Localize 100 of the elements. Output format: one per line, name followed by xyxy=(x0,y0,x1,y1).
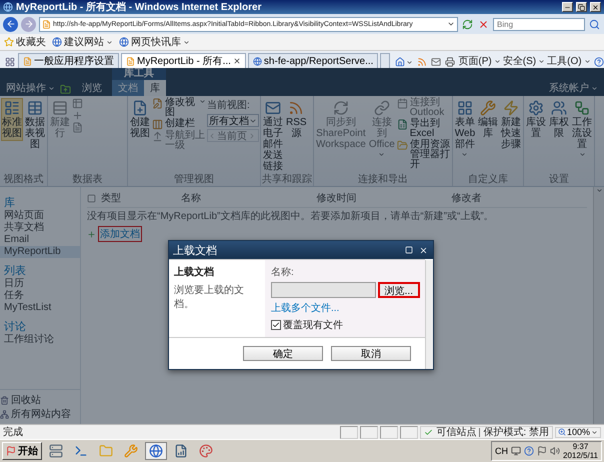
nav-item[interactable]: 日历 xyxy=(0,278,80,290)
nav-item[interactable]: 所有网站内容 xyxy=(0,407,80,421)
nav-item[interactable]: 共享文档 xyxy=(0,222,80,234)
nav-heading[interactable]: 讨论 xyxy=(0,319,80,334)
refresh-icon xyxy=(462,18,473,30)
ribbon-tab[interactable]: 文档 xyxy=(112,80,144,96)
start-button[interactable]: 开始 xyxy=(2,442,42,460)
nav-item[interactable]: 网站页面 xyxy=(0,210,80,222)
ribbon-button[interactable]: 标准视图 xyxy=(1,98,23,141)
feeds-button[interactable] xyxy=(416,56,428,68)
view-label: 当前视图: xyxy=(207,98,251,112)
favorites-link[interactable]: 建议网站 xyxy=(52,35,113,49)
nav-item[interactable]: MyTestList xyxy=(0,302,80,314)
flag-icon xyxy=(537,446,547,456)
trash-icon xyxy=(0,396,9,404)
ribbon-button[interactable]: 创建栏 xyxy=(152,119,206,130)
people-icon xyxy=(551,100,568,116)
printer-icon xyxy=(445,57,456,67)
favorites-button[interactable]: 收藏夹 xyxy=(4,35,46,49)
search-button[interactable] xyxy=(588,18,601,30)
clock-time: 9:37 xyxy=(572,442,588,451)
ribbon-button[interactable]: 编辑库 xyxy=(477,98,500,141)
language-indicator[interactable]: CH xyxy=(495,446,508,456)
close-button[interactable] xyxy=(590,2,601,12)
ribbon-button[interactable]: 工作流设置 xyxy=(571,98,594,160)
nav-item[interactable]: 工作组讨论 xyxy=(0,334,80,346)
maximize-button[interactable] xyxy=(404,245,414,255)
ribbon-button[interactable]: 创建视图 xyxy=(129,98,151,141)
column-header[interactable]: 修改时间 xyxy=(316,191,452,205)
minimize-button[interactable] xyxy=(562,2,573,12)
ribbon-button[interactable]: 修改视图 xyxy=(152,98,206,118)
scrollbar[interactable] xyxy=(425,260,433,369)
favorites-link[interactable]: 网页快讯库 xyxy=(119,35,190,49)
column-header[interactable]: 类型 xyxy=(101,191,181,205)
table-icon xyxy=(72,98,83,109)
scrollbar[interactable] xyxy=(593,187,604,424)
column-header[interactable]: 修改者 xyxy=(452,191,587,205)
ribbon-button[interactable]: 新建快速步骤 xyxy=(500,98,522,152)
ribbon-button[interactable]: 数据表视图 xyxy=(24,98,46,152)
upload-multiple-link[interactable]: 上载多个文件... xyxy=(271,301,419,315)
terminal-icon xyxy=(74,444,88,458)
print-button[interactable] xyxy=(444,56,456,68)
view-dropdown[interactable]: 所有文档 xyxy=(207,114,259,127)
command-menu[interactable]: 安全(S) xyxy=(502,54,546,68)
wrench-icon xyxy=(480,100,496,116)
search-field[interactable]: Bing xyxy=(493,18,585,30)
nav-item[interactable]: 回收站 xyxy=(0,393,80,407)
ribbon-tab[interactable]: 浏览 xyxy=(76,80,108,96)
caret-icon xyxy=(494,58,501,64)
mail-button[interactable] xyxy=(430,56,442,68)
add-document-link[interactable]: 添加文档 xyxy=(98,226,142,242)
ribbon-button[interactable]: 库权限 xyxy=(548,98,570,141)
navigate-up-button[interactable] xyxy=(59,83,72,96)
envelope-icon xyxy=(431,57,442,67)
ribbon-button[interactable]: 通过电子邮件发送链接 xyxy=(262,98,284,174)
help-icon xyxy=(594,57,604,67)
up-arrow-icon xyxy=(152,131,163,142)
status-panel xyxy=(340,426,358,438)
nav-heading[interactable]: 列表 xyxy=(0,263,80,278)
overwrite-checkbox[interactable] xyxy=(271,320,281,330)
browser-tab[interactable]: sh-fe-app/ReportServe... xyxy=(248,53,378,68)
rss-icon xyxy=(288,100,304,116)
ribbon-button[interactable]: 库设置 xyxy=(525,98,548,141)
taskbar-button[interactable] xyxy=(145,442,167,460)
help-icon xyxy=(524,446,534,456)
table-icon xyxy=(27,100,43,116)
caret-icon xyxy=(591,84,598,92)
quick-tabs-button[interactable] xyxy=(4,56,16,68)
ribbon-button[interactable]: 导出到 Excel xyxy=(396,119,451,139)
dialog-button[interactable]: 确定 xyxy=(243,346,323,361)
refresh-button[interactable] xyxy=(461,18,474,30)
ribbon-button[interactable]: 使用资源管理器打开 xyxy=(396,140,451,170)
nav-item[interactable]: Email xyxy=(0,234,80,246)
zoom-button[interactable]: 100% xyxy=(554,426,601,438)
section-description: 浏览要上载的文档。 xyxy=(174,284,245,311)
nav-item[interactable]: 任务 xyxy=(0,290,80,302)
gear-icon xyxy=(528,100,544,116)
column-header[interactable]: 名称 xyxy=(181,191,316,205)
wrench-icon xyxy=(124,444,138,458)
user-menu[interactable]: 系统帐户 xyxy=(549,80,598,96)
ribbon-tab[interactable]: 库 xyxy=(144,80,166,96)
left-arrow-icon xyxy=(6,19,16,29)
ribbon-button[interactable]: RSS源 xyxy=(285,98,308,141)
browser-tab[interactable]: MyReportLib - 所有... xyxy=(121,53,246,68)
search-icon xyxy=(589,18,600,30)
help-button[interactable] xyxy=(592,56,604,68)
restore-button[interactable] xyxy=(576,2,587,12)
nav-heading[interactable]: 库 xyxy=(0,195,80,210)
back-button[interactable] xyxy=(3,16,18,32)
command-menu[interactable]: 页面(P) xyxy=(458,54,501,68)
dialog-button[interactable]: 取消 xyxy=(331,346,411,361)
nav-item[interactable]: MyReportLib xyxy=(0,246,80,258)
command-menu[interactable]: 工具(O) xyxy=(547,54,591,68)
browser-tab[interactable]: 一般应用程序设置 xyxy=(18,53,119,68)
home-button[interactable] xyxy=(394,56,414,68)
ribbon-button[interactable]: 表单 Web 部件 xyxy=(454,98,476,160)
globe-icon xyxy=(149,444,163,458)
browse-button[interactable]: 浏览... xyxy=(378,283,419,297)
site-actions-menu[interactable]: 网站操作 xyxy=(6,80,55,96)
window-title: MyReportLib - 所有文档 - Windows Internet Explorer xyxy=(16,0,262,14)
